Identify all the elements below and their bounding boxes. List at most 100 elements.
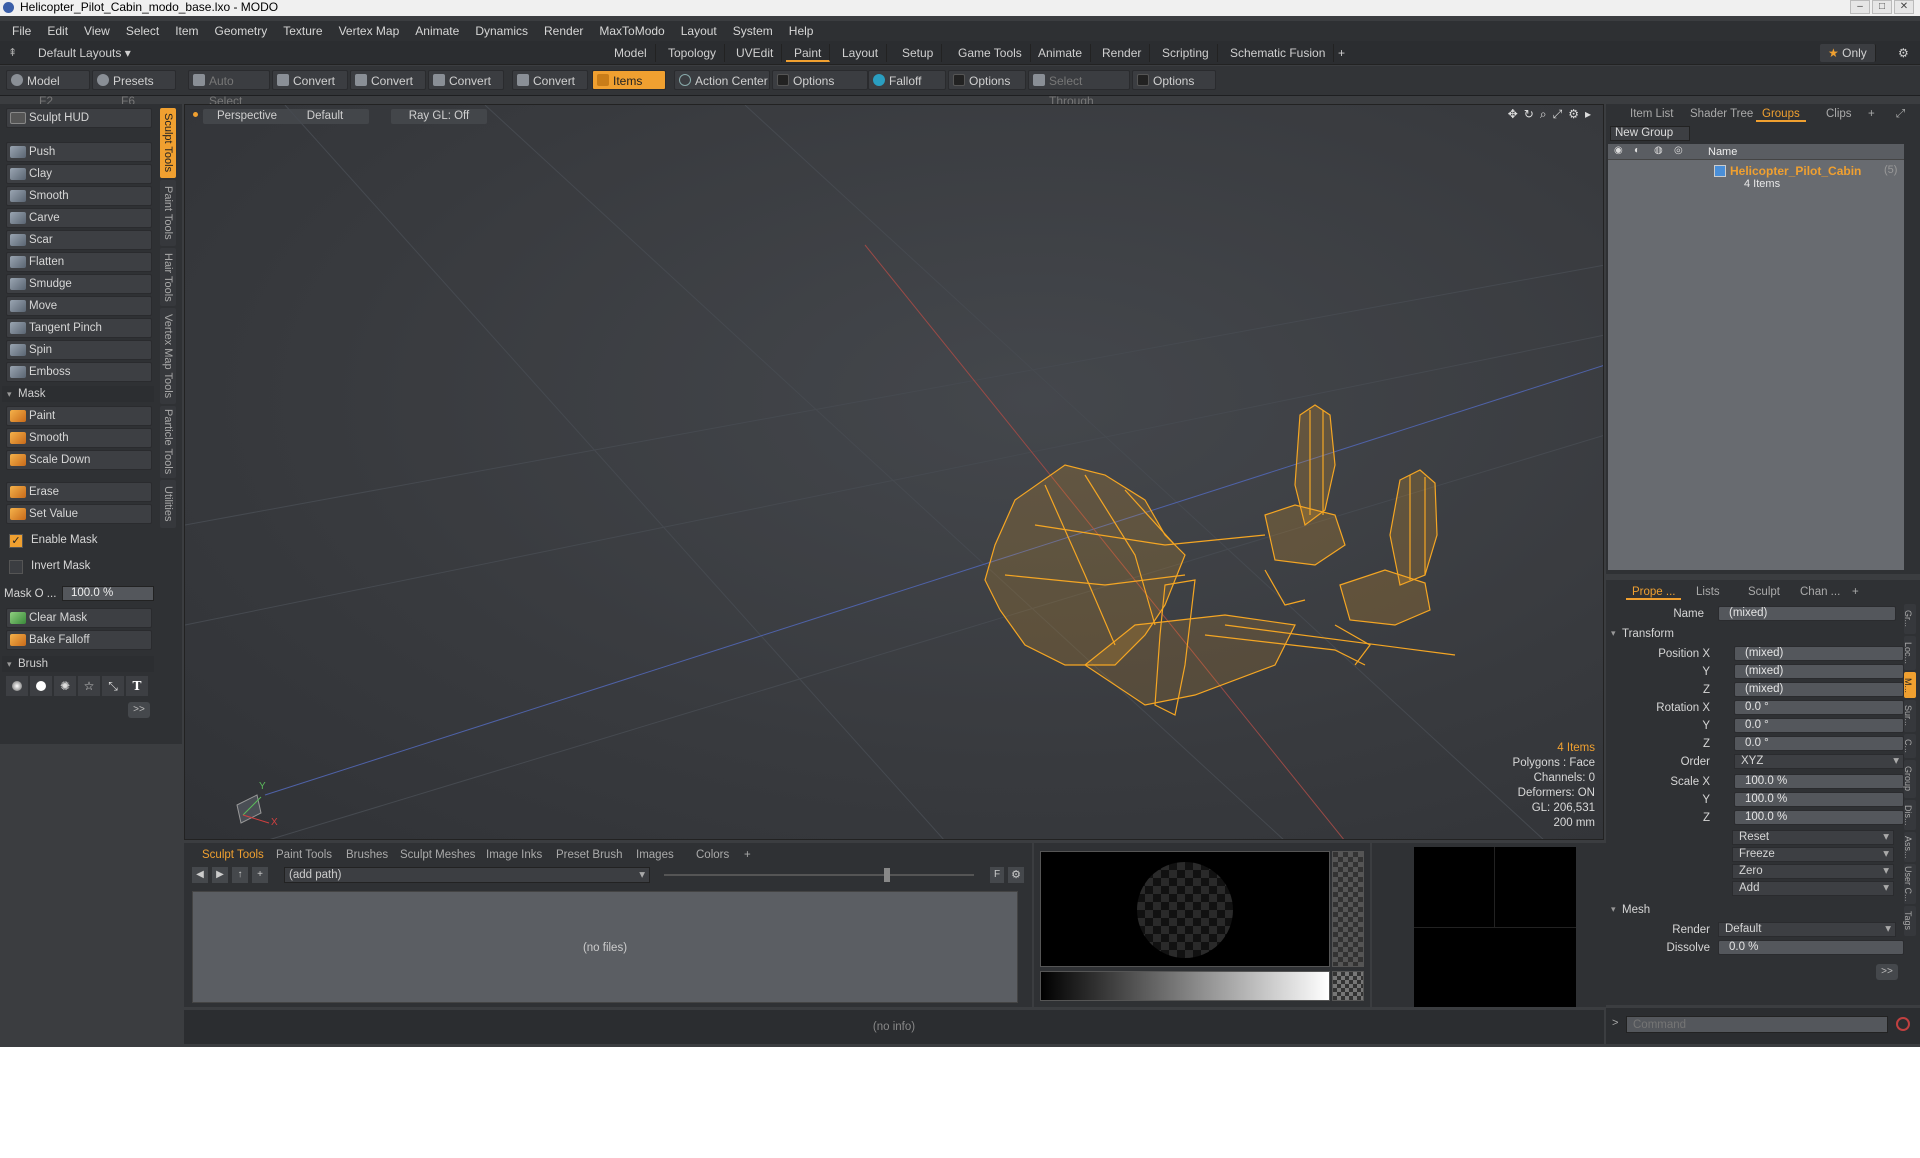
add-folder-icon[interactable]: + [252,867,268,883]
menu-layout[interactable]: Layout [681,24,717,38]
convert-polygons-button[interactable]: Convert [428,70,504,90]
mask-smooth-button[interactable]: Smooth [6,428,152,448]
tab-lists[interactable]: Lists [1690,584,1726,600]
hard-brush-icon[interactable] [30,676,52,696]
menu-maxtomodo[interactable]: MaxToModo [599,24,664,38]
side-tab-vertex-map-tools[interactable]: Vertex Map Tools [160,308,176,404]
side-tab-sur[interactable]: Sur... [1903,700,1916,732]
layouts-dropdown[interactable]: Default Layouts ▾ [30,44,139,62]
tool-smudge[interactable]: Smudge [6,274,152,294]
invert-mask-checkbox[interactable] [9,560,23,574]
splat-brush-icon[interactable]: ✺ [54,676,76,696]
brush-more-button[interactable]: >> [128,702,150,718]
tab-paint[interactable]: Paint [786,44,831,62]
tab-clips[interactable]: Clips [1820,106,1858,122]
mask-section-header[interactable]: Mask [2,386,154,402]
3d-viewport[interactable]: Perspective Default Ray GL: Off ✥ ↻ ⌕ ⤢ … [184,104,1604,840]
tab-layout[interactable]: Layout [834,44,888,62]
items-mode-button[interactable]: Items [592,70,666,90]
convert-edges-button[interactable]: Convert [350,70,426,90]
forward-icon[interactable]: ▶ [212,867,228,883]
close-button[interactable]: ✕ [1894,0,1914,14]
render-dropdown[interactable]: Default [1718,922,1896,937]
tab-item-list[interactable]: Item List [1624,106,1679,122]
scale-z-field[interactable]: 100.0 % [1734,810,1904,825]
group-row[interactable]: Helicopter_Pilot_Cabin (5) 4 Items [1608,162,1904,192]
tool-flatten[interactable]: Flatten [6,252,152,272]
action-center-options-button[interactable]: Options [772,70,868,90]
transform-section[interactable]: Transform [1610,628,1674,640]
side-tab-loc[interactable]: Loc... [1903,636,1916,670]
add-right-tab-button[interactable]: + [1862,106,1881,122]
btab-sculpt-meshes[interactable]: Sculpt Meshes [394,847,481,863]
add-tab-button[interactable]: + [1330,44,1353,62]
tool-clay[interactable]: Clay [6,164,152,184]
panel-expand-icon[interactable]: ⤢ [1890,106,1911,122]
select-through-button[interactable]: Select Through [1028,70,1130,108]
btab-images[interactable]: Images [630,847,680,863]
path-dropdown[interactable]: (add path) ▾ [284,867,650,883]
btab-image-inks[interactable]: Image Inks [480,847,548,863]
back-icon[interactable]: ◀ [192,867,208,883]
tool-push[interactable]: Push [6,142,152,162]
mask-opacity-field[interactable]: 100.0 % [62,586,154,601]
tool-scar[interactable]: Scar [6,230,152,250]
tool-spin[interactable]: Spin [6,340,152,360]
side-tab-hair-tools[interactable]: Hair Tools [160,248,176,306]
convert-vertices-button[interactable]: Convert [272,70,348,90]
tool-move[interactable]: Move [6,296,152,316]
position-x-field[interactable]: (mixed) [1734,646,1904,661]
menu-item[interactable]: Item [175,24,198,38]
auto-select-button[interactable]: Auto Select [188,70,270,108]
add-props-tab-button[interactable]: + [1846,584,1865,600]
freeze-dropdown[interactable]: Freeze [1732,847,1894,862]
tab-properties[interactable]: Prope ... [1626,584,1682,600]
model-button[interactable]: Model F2 [6,70,90,108]
scale-y-field[interactable]: 100.0 % [1734,792,1904,807]
side-tab-tags[interactable]: Tags [1903,906,1916,936]
sculpt-hud-button[interactable]: Sculpt HUD [6,108,152,128]
file-list-area[interactable]: (no files) [192,891,1018,1003]
tab-setup[interactable]: Setup [894,44,943,62]
name-column-header[interactable]: Name [1708,146,1737,158]
clear-mask-button[interactable]: Clear Mask [6,608,152,628]
menu-edit[interactable]: Edit [47,24,68,38]
reset-dropdown[interactable]: Reset [1732,830,1894,845]
zero-dropdown[interactable]: Zero [1732,864,1894,879]
position-z-field[interactable]: (mixed) [1734,682,1904,697]
add-bottom-tab-button[interactable]: + [738,847,757,863]
falloff-options-button[interactable]: Options [948,70,1026,90]
maximize-button[interactable]: □ [1872,0,1892,14]
side-tab-c[interactable]: C... [1903,734,1916,758]
rotation-y-field[interactable]: 0.0 ° [1734,718,1904,733]
menu-help[interactable]: Help [789,24,814,38]
dissolve-field[interactable]: 0.0 % [1718,940,1904,955]
mesh-section[interactable]: Mesh [1610,904,1650,916]
thumbnail-size-handle[interactable] [884,868,890,882]
menu-file[interactable]: File [12,24,31,38]
side-tab-paint-tools[interactable]: Paint Tools [160,180,176,246]
side-tab-utilities[interactable]: Utilities [160,480,176,528]
btab-brushes[interactable]: Brushes [340,847,394,863]
action-center-button[interactable]: Action Center [674,70,770,90]
tab-groups[interactable]: Groups [1756,106,1806,122]
tab-model[interactable]: Model [606,44,656,62]
tab-schematic-fusion[interactable]: Schematic Fusion [1222,44,1335,62]
mask-erase-button[interactable]: Erase [6,482,152,502]
tab-animate[interactable]: Animate [1030,44,1092,62]
only-toggle[interactable]: ★ Only [1820,44,1876,62]
side-tab-dis[interactable]: Dis... [1903,800,1916,830]
thumbnail-size-slider[interactable] [664,874,974,876]
side-tab-gr[interactable]: Gr... [1903,604,1916,634]
menu-texture[interactable]: Texture [283,24,322,38]
side-tab-user-c[interactable]: User C... [1903,864,1916,904]
enable-mask-checkbox[interactable]: ✓ [9,534,23,548]
rotation-z-field[interactable]: 0.0 ° [1734,736,1904,751]
brush-section-header[interactable]: Brush [2,656,154,672]
btab-preset-brush[interactable]: Preset Brush [550,847,628,863]
side-tab-ass[interactable]: Ass... [1903,832,1916,862]
menu-dynamics[interactable]: Dynamics [475,24,528,38]
filter-button[interactable]: F [990,867,1004,883]
add-dropdown[interactable]: Add [1732,881,1894,896]
menu-system[interactable]: System [733,24,773,38]
